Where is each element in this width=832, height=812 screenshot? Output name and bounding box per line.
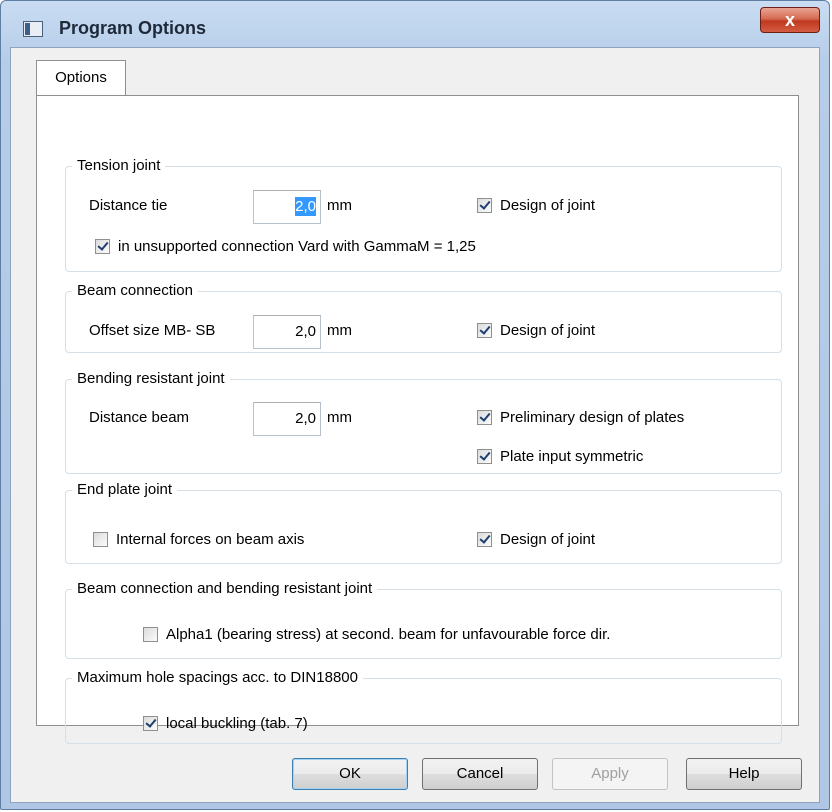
group-end-plate-joint: End plate joint bbox=[65, 480, 782, 564]
help-button[interactable]: Help bbox=[686, 758, 802, 790]
distance-beam-value: 2,0 bbox=[295, 410, 316, 427]
unsupported-connection-label: in unsupported connection Vard with Gamm… bbox=[118, 238, 476, 255]
preliminary-design-label: Preliminary design of plates bbox=[500, 409, 685, 426]
alpha1-checkbox[interactable] bbox=[143, 627, 158, 642]
plate-symmetric-checkbox[interactable] bbox=[477, 449, 492, 464]
endplate-design-checkbox[interactable] bbox=[477, 532, 492, 547]
apply-button[interactable]: Apply bbox=[552, 758, 668, 790]
app-icon bbox=[23, 21, 43, 37]
offset-size-label: Offset size MB- SB bbox=[89, 322, 216, 339]
program-options-dialog: Program Options x Options Tension joint … bbox=[0, 0, 830, 810]
group-beam-connection-label: Beam connection bbox=[72, 281, 198, 301]
distance-tie-input[interactable]: 2,0 bbox=[253, 190, 321, 224]
dialog-client-area: Options Tension joint Distance tie 2,0 m… bbox=[10, 47, 820, 803]
endplate-design-label: Design of joint bbox=[500, 531, 596, 548]
options-tab-panel: Tension joint Distance tie 2,0 mm Design… bbox=[36, 95, 799, 744]
local-buckling-label: local buckling (tab. 7) bbox=[166, 715, 308, 732]
tension-design-label: Design of joint bbox=[500, 197, 596, 214]
group-beam-bending-label: Beam connection and bending resistant jo… bbox=[72, 579, 378, 599]
beam-design-checkbox[interactable] bbox=[477, 323, 492, 338]
tab-options-label: Options bbox=[55, 69, 107, 86]
alpha1-label: Alpha1 (bearing stress) at second. beam … bbox=[166, 626, 611, 643]
distance-tie-value: 2,0 bbox=[295, 197, 316, 216]
window-title: Program Options bbox=[59, 18, 207, 38]
preliminary-design-checkbox[interactable] bbox=[477, 410, 492, 425]
tension-design-checkbox[interactable] bbox=[477, 198, 492, 213]
group-end-plate-joint-label: End plate joint bbox=[72, 480, 178, 500]
local-buckling-checkbox[interactable] bbox=[143, 716, 158, 731]
distance-beam-unit: mm bbox=[327, 409, 352, 426]
cancel-button[interactable]: Cancel bbox=[422, 758, 538, 790]
distance-tie-label: Distance tie bbox=[89, 197, 168, 214]
close-icon: x bbox=[784, 10, 795, 30]
beam-design-label: Design of joint bbox=[500, 322, 596, 339]
close-button[interactable]: x bbox=[760, 7, 820, 33]
distance-beam-label: Distance beam bbox=[89, 409, 190, 426]
group-hole-spacings: Maximum hole spacings acc. to DIN18800 bbox=[65, 668, 782, 744]
distance-beam-input[interactable]: 2,0 bbox=[253, 402, 321, 436]
plate-symmetric-label: Plate input symmetric bbox=[500, 448, 644, 465]
group-bending-resistant-joint-label: Bending resistant joint bbox=[72, 369, 230, 389]
offset-size-unit: mm bbox=[327, 322, 352, 339]
unsupported-connection-checkbox[interactable] bbox=[95, 239, 110, 254]
group-tension-joint-label: Tension joint bbox=[72, 156, 166, 176]
offset-size-input[interactable]: 2,0 bbox=[253, 315, 321, 349]
tab-options[interactable]: Options bbox=[36, 60, 126, 96]
offset-size-value: 2,0 bbox=[295, 323, 316, 340]
group-beam-bending: Beam connection and bending resistant jo… bbox=[65, 579, 782, 659]
ok-button[interactable]: OK bbox=[292, 758, 408, 790]
internal-forces-label: Internal forces on beam axis bbox=[116, 531, 305, 548]
distance-tie-unit: mm bbox=[327, 197, 352, 214]
internal-forces-checkbox[interactable] bbox=[93, 532, 108, 547]
group-hole-spacings-label: Maximum hole spacings acc. to DIN18800 bbox=[72, 668, 363, 688]
